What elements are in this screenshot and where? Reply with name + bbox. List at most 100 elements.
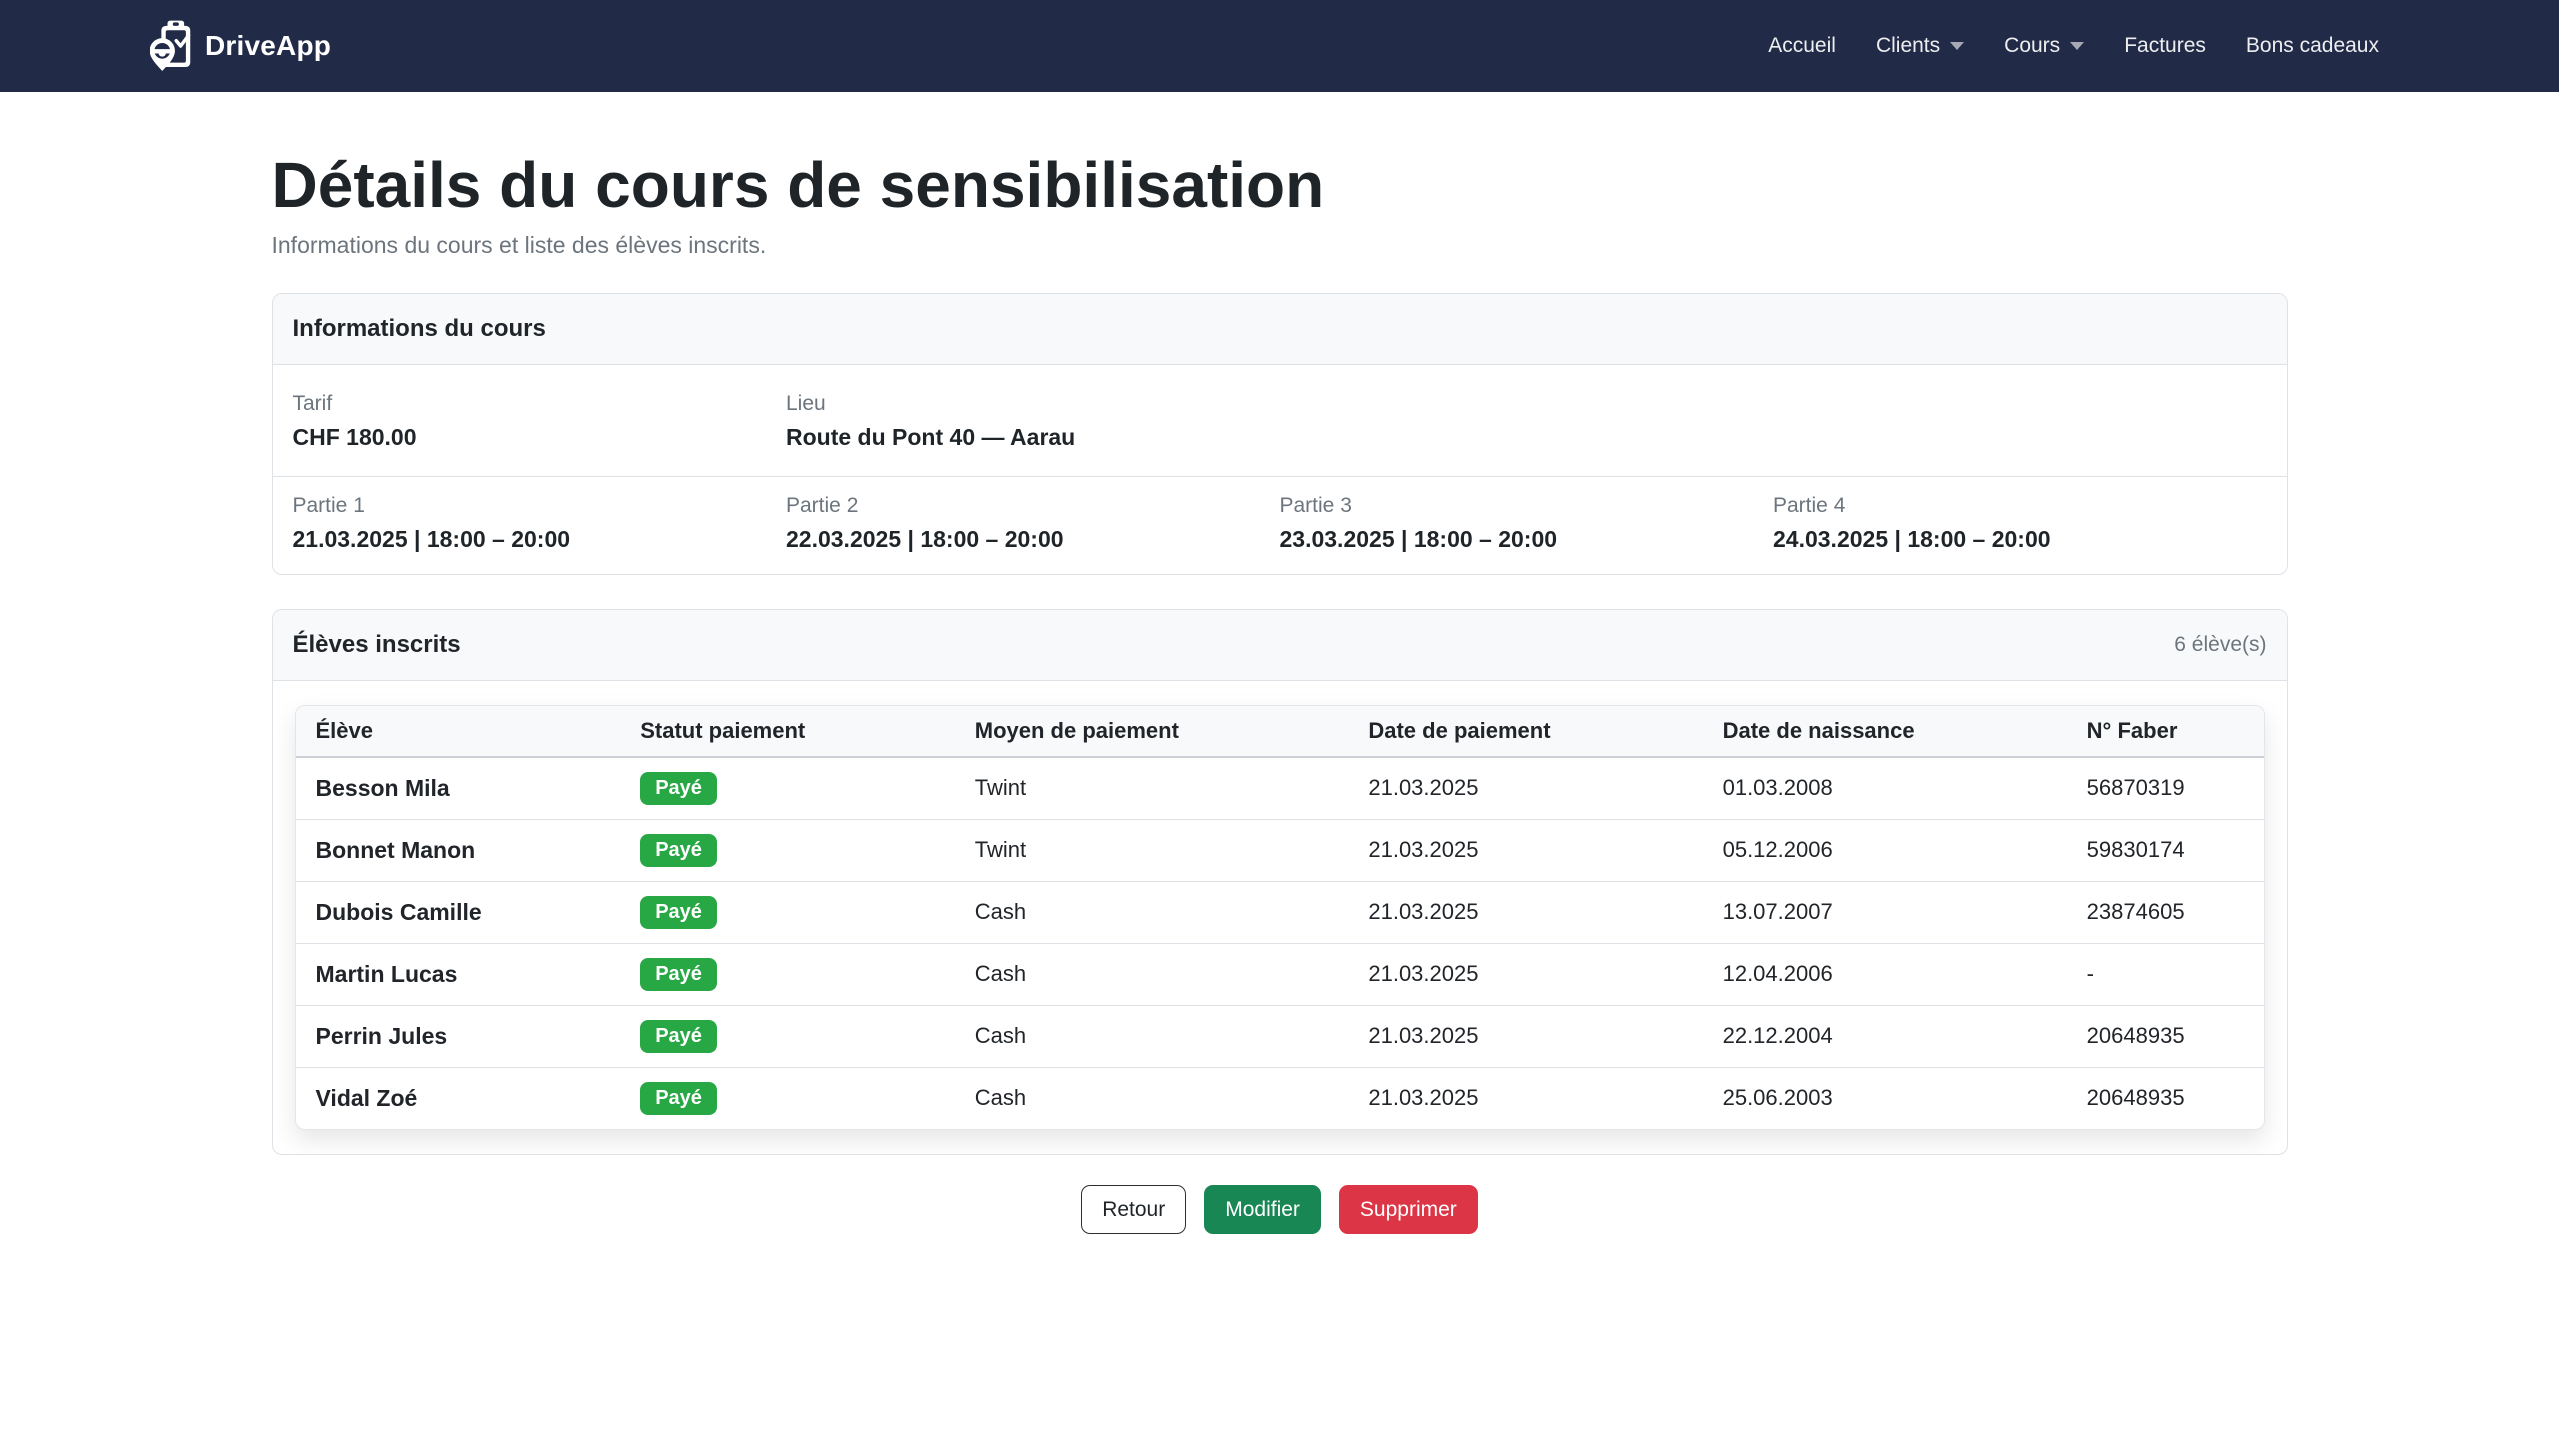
status-badge: Payé [640,958,717,991]
chevron-down-icon [1950,42,1964,50]
table-row: Dubois Camille Payé Cash 21.03.2025 13.0… [296,881,2264,943]
field-value: 21.03.2025 | 18:00 – 20:00 [293,526,787,553]
students-table: Élève Statut paiement Moyen de paiement … [296,706,2264,1129]
table-row: Martin Lucas Payé Cash 21.03.2025 12.04.… [296,943,2264,1005]
field-tarif: Tarif CHF 180.00 [293,392,787,451]
cell-payment-status: Payé [620,881,955,943]
field-partie-4: Partie 4 24.03.2025 | 18:00 – 20:00 [1773,494,2267,553]
cell-payment-status: Payé [620,1067,955,1129]
field-label: Partie 2 [786,494,1280,518]
status-badge: Payé [640,1082,717,1115]
table-header-row: Élève Statut paiement Moyen de paiement … [296,706,2264,757]
field-value: 23.03.2025 | 18:00 – 20:00 [1280,526,1774,553]
column-header-statut-paiement: Statut paiement [620,706,955,757]
status-badge: Payé [640,772,717,805]
cell-birth-date: 25.06.2003 [1703,1067,2067,1129]
cell-student-name: Dubois Camille [296,881,621,943]
cell-payment-status: Payé [620,757,955,820]
field-partie-3: Partie 3 23.03.2025 | 18:00 – 20:00 [1280,494,1774,553]
column-header-date-de-paiement: Date de paiement [1348,706,1702,757]
cell-payment-method: Cash [955,1005,1349,1067]
table-row: Bonnet Manon Payé Twint 21.03.2025 05.12… [296,819,2264,881]
field-lieu: Lieu Route du Pont 40 — Aarau [786,392,2267,451]
students-card: Élèves inscrits 6 élève(s) Élève Statut … [272,609,2288,1155]
nav-menu: Accueil Clients Cours Factures Bons cade… [1748,24,2399,68]
action-buttons: Retour Modifier Supprimer [272,1185,2288,1234]
table-row: Vidal Zoé Payé Cash 21.03.2025 25.06.200… [296,1067,2264,1129]
column-header-eleve: Élève [296,706,621,757]
cell-faber-number: 59830174 [2067,819,2264,881]
students-count-badge: 6 élève(s) [2174,633,2266,657]
cell-birth-date: 22.12.2004 [1703,1005,2067,1067]
cell-student-name: Martin Lucas [296,943,621,1005]
page-subtitle: Informations du cours et liste des élève… [272,232,2288,259]
cell-payment-method: Cash [955,1067,1349,1129]
status-badge: Payé [640,834,717,867]
cell-faber-number: 20648935 [2067,1067,2264,1129]
cell-payment-method: Twint [955,819,1349,881]
field-partie-2: Partie 2 22.03.2025 | 18:00 – 20:00 [786,494,1280,553]
field-label: Partie 3 [1280,494,1774,518]
brand-name: DriveApp [205,30,331,62]
cell-payment-method: Cash [955,881,1349,943]
nav-item-clients[interactable]: Clients [1856,24,1984,68]
nav-item-label: Cours [2004,34,2060,58]
cell-birth-date: 01.03.2008 [1703,757,2067,820]
cell-payment-date: 21.03.2025 [1348,819,1702,881]
cell-birth-date: 12.04.2006 [1703,943,2067,1005]
table-row: Besson Mila Payé Twint 21.03.2025 01.03.… [296,757,2264,820]
nav-item-cours[interactable]: Cours [1984,24,2104,68]
students-card-title: Élèves inscrits [293,631,461,659]
table-row: Perrin Jules Payé Cash 21.03.2025 22.12.… [296,1005,2264,1067]
field-value: Route du Pont 40 — Aarau [786,424,2267,451]
course-tarif-lieu-row: Tarif CHF 180.00 Lieu Route du Pont 40 —… [273,365,2287,476]
nav-item-label: Factures [2124,34,2206,58]
cell-birth-date: 13.07.2007 [1703,881,2067,943]
cell-payment-status: Payé [620,1005,955,1067]
top-navbar: DriveApp Accueil Clients Cours Factures … [0,0,2559,92]
cell-faber-number: 23874605 [2067,881,2264,943]
students-table-container: Élève Statut paiement Moyen de paiement … [295,705,2265,1130]
course-parts-row: Partie 1 21.03.2025 | 18:00 – 20:00 Part… [273,476,2287,574]
field-value: 24.03.2025 | 18:00 – 20:00 [1773,526,2267,553]
cell-payment-method: Cash [955,943,1349,1005]
cell-student-name: Bonnet Manon [296,819,621,881]
field-value: 22.03.2025 | 18:00 – 20:00 [786,526,1280,553]
cell-student-name: Besson Mila [296,757,621,820]
cell-payment-date: 21.03.2025 [1348,757,1702,820]
status-badge: Payé [640,1020,717,1053]
back-button[interactable]: Retour [1081,1185,1186,1234]
cell-birth-date: 05.12.2006 [1703,819,2067,881]
cell-payment-date: 21.03.2025 [1348,943,1702,1005]
nav-item-bons-cadeaux[interactable]: Bons cadeaux [2226,24,2399,68]
column-header-date-de-naissance: Date de naissance [1703,706,2067,757]
cell-payment-date: 21.03.2025 [1348,1005,1702,1067]
field-partie-1: Partie 1 21.03.2025 | 18:00 – 20:00 [293,494,787,553]
page-title: Détails du cours de sensibilisation [272,148,2288,224]
course-info-card-title: Informations du cours [293,315,546,343]
cell-faber-number: 20648935 [2067,1005,2264,1067]
field-label: Lieu [786,392,2267,416]
nav-item-factures[interactable]: Factures [2104,24,2226,68]
course-info-card-header: Informations du cours [273,294,2287,365]
nav-item-accueil[interactable]: Accueil [1748,24,1856,68]
status-badge: Payé [640,896,717,929]
driveapp-logo-icon [150,19,192,73]
nav-item-label: Bons cadeaux [2246,34,2379,58]
brand[interactable]: DriveApp [150,19,331,73]
cell-faber-number: - [2067,943,2264,1005]
delete-button[interactable]: Supprimer [1339,1185,1478,1234]
cell-payment-date: 21.03.2025 [1348,881,1702,943]
edit-button[interactable]: Modifier [1204,1185,1321,1234]
cell-payment-status: Payé [620,943,955,1005]
cell-student-name: Perrin Jules [296,1005,621,1067]
cell-faber-number: 56870319 [2067,757,2264,820]
nav-item-label: Clients [1876,34,1940,58]
field-label: Tarif [293,392,787,416]
cell-payment-date: 21.03.2025 [1348,1067,1702,1129]
students-card-header: Élèves inscrits 6 élève(s) [273,610,2287,681]
field-label: Partie 4 [1773,494,2267,518]
cell-student-name: Vidal Zoé [296,1067,621,1129]
students-card-body: Élève Statut paiement Moyen de paiement … [273,681,2287,1154]
column-header-moyen-de-paiement: Moyen de paiement [955,706,1349,757]
